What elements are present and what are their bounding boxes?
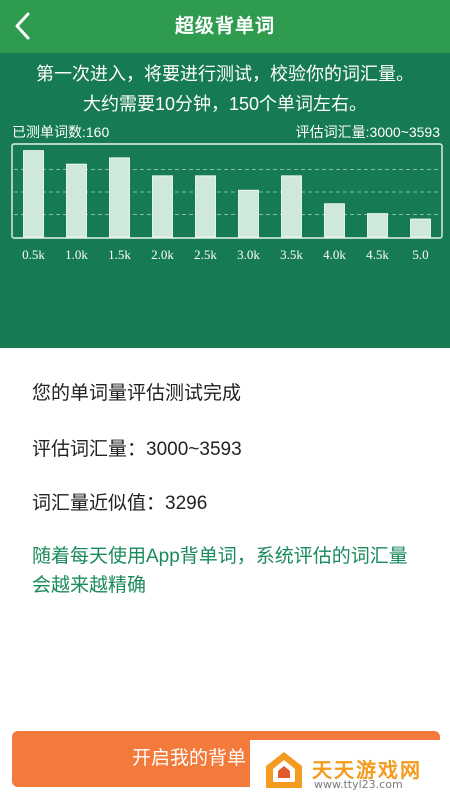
bar-3.0k <box>238 189 259 238</box>
watermark: 天天游戏网 www.ttyl23.com <box>250 740 450 800</box>
test-intro-panel: 第一次进入，将要进行测试，校验你的词汇量。 大约需要10分钟，150个单词左右。… <box>0 53 450 348</box>
bar-2.5k <box>195 175 216 238</box>
bar-1.0k <box>66 163 87 238</box>
approx-row: 词汇量近似值：3296 <box>32 490 207 518</box>
bar-3.5k <box>281 175 302 238</box>
bar-1.5k <box>109 157 130 238</box>
bar-4.0k <box>324 203 345 238</box>
x-tick-label: 3.5k <box>280 247 303 262</box>
bar-5.0 <box>410 218 431 238</box>
approx-label: 词汇量近似值： <box>32 493 166 514</box>
estimate-label: 评估词汇量： <box>32 439 147 460</box>
intro-line-2: 大约需要10分钟，150个单词左右。 <box>82 94 368 114</box>
x-tick-label: 5.0 <box>412 247 428 262</box>
bar-4.5k <box>367 213 388 238</box>
x-tick-label: 4.5k <box>366 247 389 262</box>
page-title: 超级背单词 <box>174 16 275 37</box>
x-tick-label: 4.0k <box>323 247 346 262</box>
bar-2.0k <box>152 175 173 238</box>
accuracy-note: 随着每天使用App背单词，系统评估的词汇量会越来越精确 <box>32 546 408 596</box>
approx-value: 3296 <box>165 493 208 514</box>
x-tick-label: 2.0k <box>151 247 174 262</box>
vocabulary-bar-chart: 0.5k 1.0k 1.5k 2.0k 2.5k 3.0k 3.5k 4.0k 4.5k 5.0 <box>11 143 443 262</box>
watermark-url: www.ttyl23.com <box>314 778 403 791</box>
x-tick-label: 1.5k <box>108 247 131 262</box>
x-tick-label: 1.0k <box>65 247 88 262</box>
house-logo-icon <box>266 752 302 788</box>
start-button-label: 开启我的背单 <box>132 748 247 769</box>
app-header: 超级背单词 <box>0 0 450 53</box>
x-tick-label: 3.0k <box>237 247 260 262</box>
estimate-value: 3000~3593 <box>146 439 242 460</box>
chart-bars <box>23 150 431 238</box>
estimate-row: 评估词汇量：3000~3593 <box>32 436 242 464</box>
intro-line-1: 第一次进入，将要进行测试，校验你的词汇量。 <box>36 64 414 84</box>
test-complete-text: 您的单词量评估测试完成 <box>32 383 242 404</box>
vocabulary-estimate: 评估词汇量:3000~3593 <box>295 124 440 140</box>
x-tick-label: 0.5k <box>22 247 45 262</box>
chart-x-labels: 0.5k 1.0k 1.5k 2.0k 2.5k 3.0k 3.5k 4.0k 4.5k 5.0 <box>22 247 429 262</box>
bar-0.5k <box>23 150 44 238</box>
tested-word-count: 已测单词数:160 <box>12 124 110 140</box>
x-tick-label: 2.5k <box>194 247 217 262</box>
